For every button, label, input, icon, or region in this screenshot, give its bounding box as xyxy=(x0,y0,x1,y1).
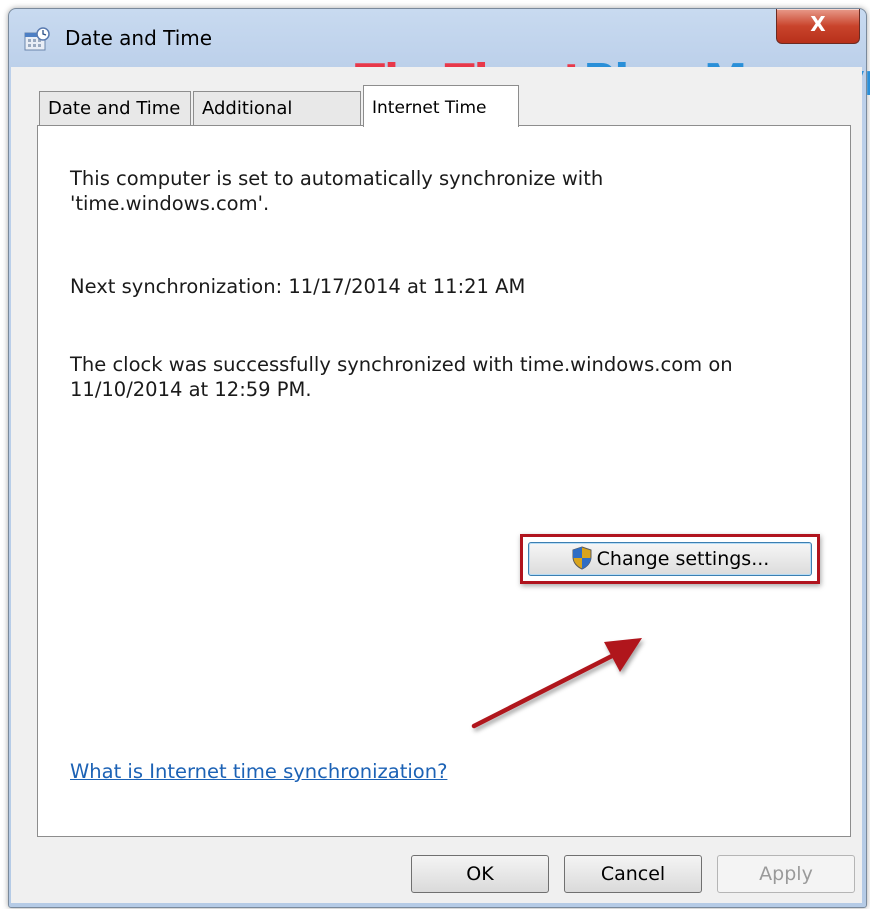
tab-additional-clocks[interactable]: Additional Clocks xyxy=(193,91,361,153)
close-button[interactable]: X xyxy=(776,9,860,44)
tab-date-and-time[interactable]: Date and Time xyxy=(39,91,191,125)
apply-button[interactable]: Apply xyxy=(717,855,855,893)
internet-time-panel: This computer is set to automatically sy… xyxy=(37,125,851,837)
annotation-arrow xyxy=(471,638,642,729)
date-time-app-icon xyxy=(24,27,50,51)
date-time-dialog: Date and Time X ThuThuatPhanMem.vn Date … xyxy=(8,8,870,908)
ok-button[interactable]: OK xyxy=(411,855,549,893)
dialog-client-area: Date and Time Additional Clocks Internet… xyxy=(11,67,862,903)
cancel-button[interactable]: Cancel xyxy=(564,855,702,893)
tab-internet-time[interactable]: Internet Time xyxy=(363,85,519,127)
internet-time-help-link[interactable]: What is Internet time synchronization? xyxy=(70,760,447,783)
window-title: Date and Time xyxy=(65,26,213,50)
